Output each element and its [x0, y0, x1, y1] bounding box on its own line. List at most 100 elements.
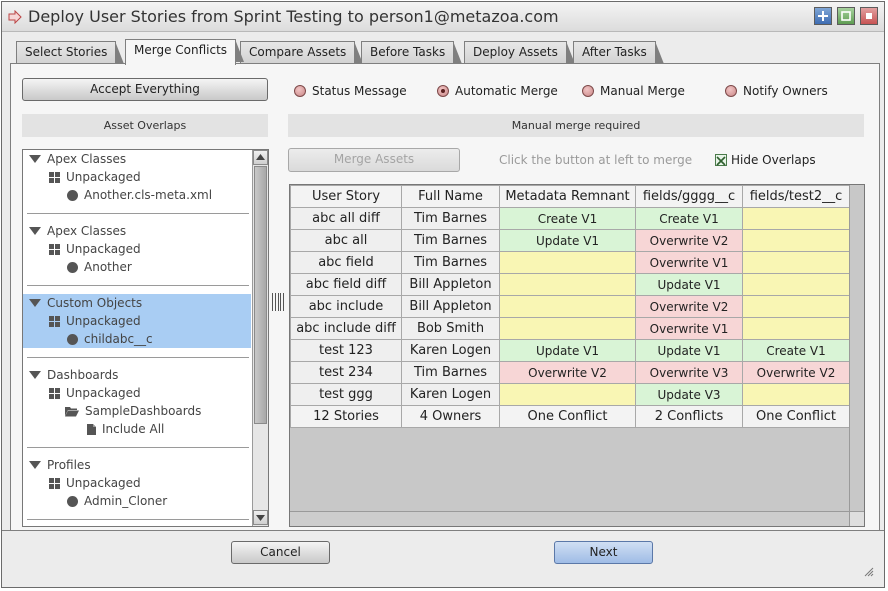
- column-header[interactable]: fields/gggg__c: [635, 185, 743, 208]
- merge-status-cell[interactable]: [742, 273, 850, 296]
- table-row[interactable]: abc include diff Bob Smith Overwrite V1: [290, 317, 850, 340]
- merge-status-cell[interactable]: Overwrite V2: [499, 361, 636, 384]
- merge-status-cell[interactable]: Create V1: [742, 339, 850, 362]
- close-button[interactable]: [860, 7, 878, 25]
- merge-status-cell[interactable]: Overwrite V3: [635, 361, 743, 384]
- tab-deploy-assets[interactable]: Deploy Assets: [464, 41, 575, 64]
- merge-status-cell[interactable]: Overwrite V1: [635, 317, 743, 340]
- radio-manual-merge[interactable]: Manual Merge: [582, 83, 685, 99]
- radio-notify-owners[interactable]: Notify Owners: [725, 83, 828, 99]
- tab-select-stories[interactable]: Select Stories: [16, 41, 125, 64]
- tree-scrollbar[interactable]: [252, 150, 268, 526]
- merge-status-cell[interactable]: Overwrite V2: [635, 295, 743, 318]
- tree-category[interactable]: Custom Objects: [29, 294, 142, 312]
- scroll-thumb[interactable]: [254, 166, 267, 424]
- merge-status-cell[interactable]: Update V1: [499, 339, 636, 362]
- table-vertical-scrollbar[interactable]: [849, 185, 864, 511]
- tab-merge-conflicts[interactable]: Merge Conflicts: [125, 39, 245, 65]
- column-header[interactable]: fields/test2__c: [742, 185, 850, 208]
- radio-status-message[interactable]: Status Message: [294, 83, 407, 99]
- merge-status-cell[interactable]: Update V1: [499, 229, 636, 252]
- merge-status-cell[interactable]: [742, 383, 850, 406]
- user-story-cell[interactable]: abc all diff: [290, 207, 402, 230]
- user-story-cell[interactable]: test 234: [290, 361, 402, 384]
- tree-package[interactable]: Unpackaged: [49, 384, 141, 402]
- user-story-cell[interactable]: abc include: [290, 295, 402, 318]
- full-name-cell[interactable]: Bill Appleton: [401, 273, 500, 296]
- tree-item[interactable]: Another.cls-meta.xml: [67, 186, 212, 204]
- table-row[interactable]: test 123 Karen Logen Update V1 Update V1 Cre…: [290, 339, 850, 362]
- scroll-down-button[interactable]: [253, 510, 268, 525]
- column-header[interactable]: Full Name: [401, 185, 500, 208]
- table-row[interactable]: abc all Tim Barnes Update V1 Overwrite V2: [290, 229, 850, 252]
- scroll-up-button[interactable]: [253, 150, 268, 165]
- merge-status-cell[interactable]: [499, 273, 636, 296]
- tab-before-tasks[interactable]: Before Tasks: [361, 41, 463, 64]
- accept-everything-button[interactable]: Accept Everything: [22, 78, 268, 101]
- merge-status-cell[interactable]: [742, 317, 850, 340]
- table-row[interactable]: abc field Tim Barnes Overwrite V1: [290, 251, 850, 274]
- tree-package[interactable]: Unpackaged: [49, 312, 141, 330]
- maximize-button[interactable]: [814, 7, 832, 25]
- full-name-cell[interactable]: Tim Barnes: [401, 229, 500, 252]
- asset-overlaps-tree[interactable]: Apex Classes Unpackaged Another.cls-meta…: [22, 149, 269, 527]
- table-row[interactable]: abc include Bill Appleton Overwrite V2: [290, 295, 850, 318]
- merge-status-cell[interactable]: [499, 295, 636, 318]
- merge-status-cell[interactable]: [499, 383, 636, 406]
- merge-assets-button[interactable]: Merge Assets: [288, 148, 460, 172]
- tree-category[interactable]: Apex Classes: [29, 222, 126, 240]
- table-row[interactable]: abc field diff Bill Appleton Update V1: [290, 273, 850, 296]
- merge-status-cell[interactable]: [499, 317, 636, 340]
- merge-status-cell[interactable]: Create V1: [499, 207, 636, 230]
- merge-status-cell[interactable]: [742, 229, 850, 252]
- merge-status-cell[interactable]: [499, 251, 636, 274]
- user-story-cell[interactable]: test ggg: [290, 383, 402, 406]
- merge-status-cell[interactable]: Update V1: [635, 339, 743, 362]
- merge-status-cell[interactable]: Overwrite V1: [635, 251, 743, 274]
- column-header[interactable]: User Story: [290, 185, 402, 208]
- panel-splitter-handle[interactable]: [272, 293, 284, 311]
- user-story-cell[interactable]: abc all: [290, 229, 402, 252]
- user-story-cell[interactable]: test 123: [290, 339, 402, 362]
- table-horizontal-scrollbar[interactable]: [290, 511, 864, 526]
- next-button[interactable]: Next: [554, 541, 653, 564]
- table-row[interactable]: abc all diff Tim Barnes Create V1 Create V1: [290, 207, 850, 230]
- merge-status-cell[interactable]: Create V1: [635, 207, 743, 230]
- full-name-cell[interactable]: Tim Barnes: [401, 207, 500, 230]
- merge-status-cell[interactable]: [742, 295, 850, 318]
- tree-category[interactable]: Profiles: [29, 456, 91, 474]
- resize-grip-icon[interactable]: [862, 565, 874, 577]
- tree-category[interactable]: Apex Classes: [29, 150, 126, 168]
- user-story-cell[interactable]: abc field diff: [290, 273, 402, 296]
- tree-package[interactable]: Unpackaged: [49, 474, 141, 492]
- full-name-cell[interactable]: Bill Appleton: [401, 295, 500, 318]
- tree-package[interactable]: Unpackaged: [49, 168, 141, 186]
- tree-item[interactable]: Another: [67, 258, 132, 276]
- full-name-cell[interactable]: Bob Smith: [401, 317, 500, 340]
- tree-item[interactable]: Include All: [87, 420, 164, 438]
- merge-status-cell[interactable]: [742, 207, 850, 230]
- title-bar[interactable]: Deploy User Stories from Sprint Testing …: [2, 2, 884, 32]
- user-story-cell[interactable]: abc field: [290, 251, 402, 274]
- merge-status-cell[interactable]: Update V3: [635, 383, 743, 406]
- tree-package[interactable]: Unpackaged: [49, 240, 141, 258]
- column-header[interactable]: Metadata Remnant: [499, 185, 636, 208]
- cancel-button[interactable]: Cancel: [231, 541, 330, 564]
- tree-item[interactable]: Admin_Cloner: [67, 492, 167, 510]
- merge-status-cell[interactable]: Overwrite V2: [635, 229, 743, 252]
- restore-button[interactable]: [837, 7, 855, 25]
- table-row[interactable]: test ggg Karen Logen Update V3: [290, 383, 850, 406]
- merge-status-cell[interactable]: Overwrite V2: [742, 361, 850, 384]
- tree-category[interactable]: Dashboards: [29, 366, 118, 384]
- tab-compare-assets[interactable]: Compare Assets: [240, 41, 364, 64]
- full-name-cell[interactable]: Tim Barnes: [401, 251, 500, 274]
- table-row[interactable]: test 234 Tim Barnes Overwrite V2 Overwrite …: [290, 361, 850, 384]
- tree-folder[interactable]: SampleDashboards: [65, 402, 201, 420]
- full-name-cell[interactable]: Karen Logen: [401, 339, 500, 362]
- tree-item[interactable]: childabc__c: [67, 330, 153, 348]
- merge-status-cell[interactable]: Update V1: [635, 273, 743, 296]
- hide-overlaps-checkbox[interactable]: [715, 154, 727, 166]
- tab-after-tasks[interactable]: After Tasks: [573, 41, 664, 64]
- user-story-cell[interactable]: abc include diff: [290, 317, 402, 340]
- full-name-cell[interactable]: Karen Logen: [401, 383, 500, 406]
